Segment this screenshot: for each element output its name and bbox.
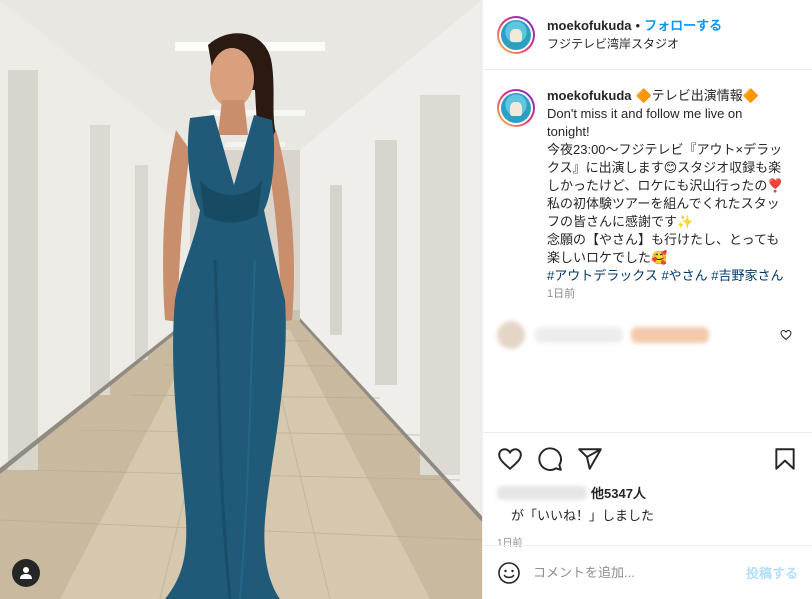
avatar[interactable] xyxy=(497,15,535,54)
likes-suffix: が「いいね！」しました xyxy=(511,508,655,523)
comment-text-blurred xyxy=(631,327,709,343)
heart-icon xyxy=(498,448,522,471)
comment-username-blurred xyxy=(535,327,623,343)
separator-dot: • xyxy=(635,17,641,33)
emoji-button[interactable] xyxy=(497,561,521,585)
comment-icon xyxy=(538,447,562,471)
comment-like-icon[interactable] xyxy=(780,329,792,341)
post-header: moekofukuda • フォローする フジテレビ湾岸スタジオ xyxy=(483,0,812,70)
caption-row: moekofukuda 🔶テレビ出演情報🔶 Don't miss it and f… xyxy=(497,87,798,303)
caption-line: Don't miss it and follow me live on toni… xyxy=(547,106,743,139)
caption-username[interactable]: moekofukuda xyxy=(547,88,632,103)
share-button[interactable] xyxy=(577,446,603,472)
follow-button[interactable]: フォローする xyxy=(644,17,722,35)
share-icon xyxy=(578,448,602,470)
post-side-panel: moekofukuda • フォローする フジテレビ湾岸スタジオ moekofu… xyxy=(482,0,812,599)
comment-avatar[interactable] xyxy=(497,321,525,349)
post-photo[interactable] xyxy=(0,0,482,599)
user-icon xyxy=(20,567,32,579)
caption-avatar[interactable] xyxy=(497,89,535,127)
comments-area[interactable]: moekofukuda 🔶テレビ出演情報🔶 Don't miss it and f… xyxy=(483,71,812,431)
caption-line: 今夜23:00〜フジテレビ『アウト×デラックス』に出演します😊スタジオ収録も楽し… xyxy=(547,142,784,193)
header-username[interactable]: moekofukuda xyxy=(547,17,632,35)
bookmark-icon xyxy=(775,448,795,470)
location-link[interactable]: フジテレビ湾岸スタジオ xyxy=(547,35,722,53)
caption-text: moekofukuda 🔶テレビ出演情報🔶 Don't miss it and f… xyxy=(547,87,787,303)
likes-summary: 他5347人 xyxy=(497,483,798,502)
liker-name-blurred[interactable] xyxy=(497,485,587,500)
emoji-icon xyxy=(498,561,520,584)
comment-input[interactable] xyxy=(533,565,746,580)
caption-hashtags[interactable]: #アウトデラックス #やさん #吉野家さん xyxy=(547,267,787,285)
caption-time: 1日前 xyxy=(547,288,576,300)
likes-count[interactable]: 他5347人 xyxy=(591,483,646,502)
add-comment-bar: 投稿する xyxy=(483,545,812,599)
caption-line: 念願の【やさん】も行けたし、とっても楽しいロケでした🥰 xyxy=(547,232,780,265)
photo-scene xyxy=(0,0,482,599)
caption-title: 🔶テレビ出演情報🔶 xyxy=(635,88,759,103)
caption-line: 私の初体験ツアーを組んでくれたスタッフの皆さんに感謝です✨ xyxy=(547,196,780,229)
user-tag-button[interactable] xyxy=(12,559,40,587)
save-button[interactable] xyxy=(772,446,798,472)
post-actions: 他5347人 が「いいね！」しました 1日前 xyxy=(483,432,812,549)
comment-item xyxy=(497,321,798,349)
like-button[interactable] xyxy=(497,446,523,472)
comment-button[interactable] xyxy=(537,446,563,472)
post-comment-button[interactable]: 投稿する xyxy=(746,563,798,582)
